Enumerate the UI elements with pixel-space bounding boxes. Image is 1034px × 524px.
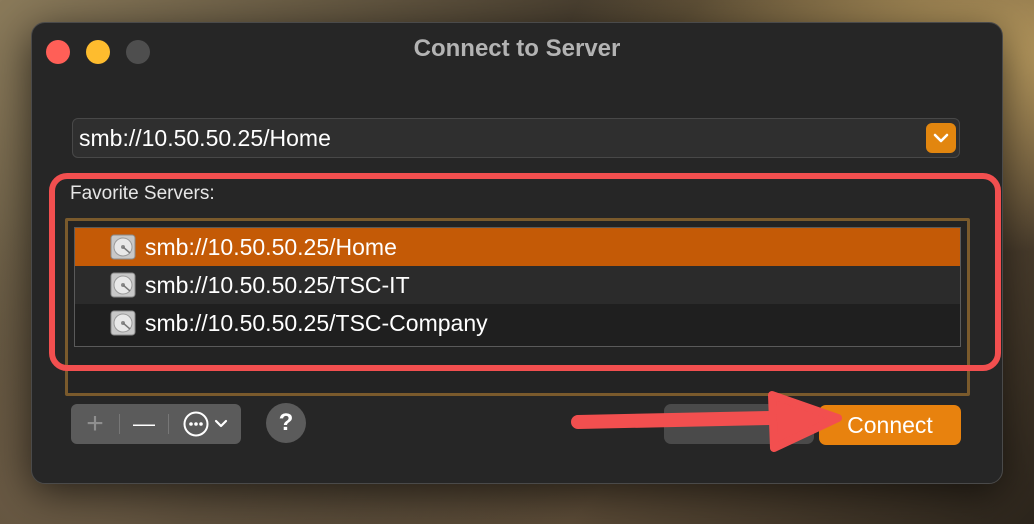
- help-button[interactable]: ?: [266, 403, 306, 443]
- favorite-servers-list[interactable]: smb://10.50.50.25/Home smb://10.50.50.25…: [74, 227, 961, 347]
- more-actions-button[interactable]: [169, 404, 241, 444]
- titlebar: Connect to Server: [32, 23, 1002, 77]
- chevron-down-icon: [933, 133, 949, 143]
- server-address-combobox[interactable]: smb://10.50.50.25/Home: [72, 118, 960, 158]
- add-favorite-button[interactable]: +: [71, 404, 119, 444]
- connect-button[interactable]: Connect: [819, 405, 961, 445]
- remove-favorite-button[interactable]: —: [120, 404, 168, 444]
- address-history-dropdown-button[interactable]: [926, 123, 956, 153]
- server-drive-icon: [110, 234, 136, 260]
- chevron-down-icon: [214, 419, 228, 428]
- ellipsis-circle-icon: [183, 411, 209, 437]
- window-title: Connect to Server: [413, 35, 621, 62]
- favorite-servers-list-frame: smb://10.50.50.25/Home smb://10.50.50.25…: [65, 218, 970, 396]
- favorite-server-label: smb://10.50.50.25/TSC-Company: [145, 309, 488, 336]
- browse-button[interactable]: [664, 404, 814, 444]
- favorite-server-label: smb://10.50.50.25/Home: [145, 233, 397, 260]
- favorite-server-label: smb://10.50.50.25/TSC-IT: [145, 271, 410, 298]
- server-drive-icon: [110, 310, 136, 336]
- connect-to-server-window: Connect to Server smb://10.50.50.25/Home…: [31, 22, 1003, 484]
- server-address-input[interactable]: smb://10.50.50.25/Home: [79, 125, 331, 152]
- favorite-server-row[interactable]: smb://10.50.50.25/TSC-IT: [75, 266, 960, 304]
- favorite-server-row[interactable]: smb://10.50.50.25/TSC-Company: [75, 304, 960, 342]
- favorite-server-row[interactable]: smb://10.50.50.25/Home: [75, 228, 960, 266]
- favorites-edit-control: + —: [71, 404, 241, 444]
- server-drive-icon: [110, 272, 136, 298]
- favorite-servers-label: Favorite Servers:: [70, 183, 215, 204]
